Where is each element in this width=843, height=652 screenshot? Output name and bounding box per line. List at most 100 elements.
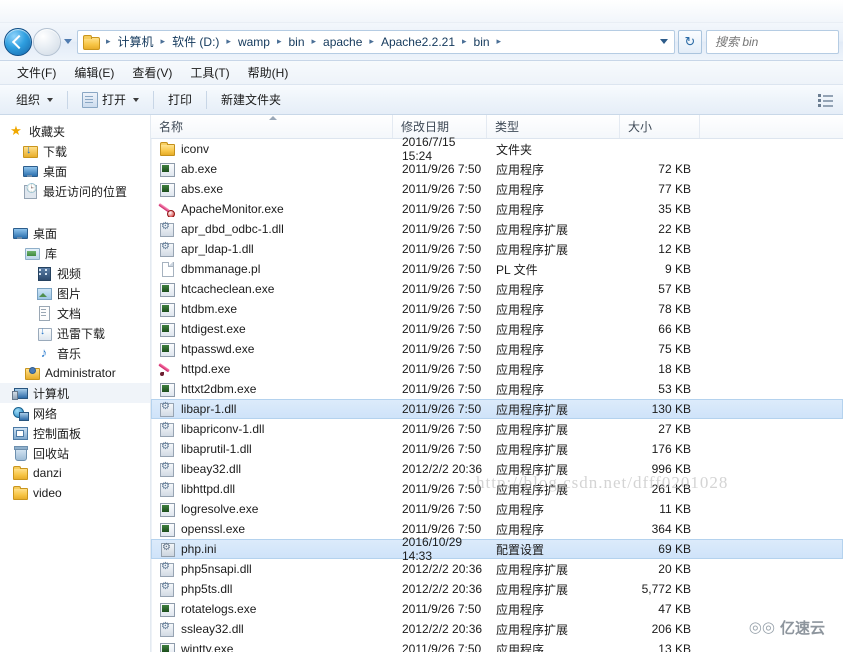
- table-row[interactable]: libhttpd.dll2011/9/26 7:50应用程序扩展261 KB: [151, 479, 843, 499]
- breadcrumb-item-apache[interactable]: apache: [320, 32, 365, 52]
- sidebar-item-administrator[interactable]: Administrator: [0, 363, 150, 383]
- table-row[interactable]: ab.exe2011/9/26 7:50应用程序72 KB: [151, 159, 843, 179]
- search-box[interactable]: [706, 30, 839, 54]
- sidebar-item-danzi[interactable]: danzi: [0, 463, 150, 483]
- table-row[interactable]: htdigest.exe2011/9/26 7:50应用程序66 KB: [151, 319, 843, 339]
- sidebar-item-recycle-bin[interactable]: 回收站: [0, 443, 150, 463]
- table-row[interactable]: dbmmanage.pl2011/9/26 7:50PL 文件9 KB: [151, 259, 843, 279]
- sidebar-item-desktop[interactable]: 桌面: [0, 223, 150, 243]
- file-name-cell[interactable]: libhttpd.dll: [152, 481, 394, 497]
- breadcrumb-item-wamp[interactable]: wamp: [235, 32, 273, 52]
- sidebar-item-documents[interactable]: 文档: [0, 303, 150, 323]
- table-row[interactable]: logresolve.exe2011/9/26 7:50应用程序11 KB: [151, 499, 843, 519]
- sidebar-item-libraries[interactable]: 库: [0, 243, 150, 263]
- sidebar-item-video[interactable]: video: [0, 483, 150, 503]
- file-name-cell[interactable]: openssl.exe: [152, 521, 394, 537]
- table-row[interactable]: php5ts.dll2012/2/2 20:36应用程序扩展5,772 KB: [151, 579, 843, 599]
- breadcrumb-item-computer[interactable]: 计算机: [115, 30, 157, 53]
- file-list-pane[interactable]: 名称 修改日期 类型 大小 iconv2016/7/15 15:24文件夹ab.…: [151, 115, 843, 652]
- sidebar-item-network[interactable]: 网络: [0, 403, 150, 423]
- file-name-cell[interactable]: logresolve.exe: [152, 501, 394, 517]
- file-name-cell[interactable]: libeay32.dll: [152, 461, 394, 477]
- file-name-cell[interactable]: httxt2dbm.exe: [152, 381, 394, 397]
- table-row[interactable]: htdbm.exe2011/9/26 7:50应用程序78 KB: [151, 299, 843, 319]
- sidebar-item-desktop-fav[interactable]: 桌面: [0, 161, 150, 181]
- table-row[interactable]: httxt2dbm.exe2011/9/26 7:50应用程序53 KB: [151, 379, 843, 399]
- table-row[interactable]: rotatelogs.exe2011/9/26 7:50应用程序47 KB: [151, 599, 843, 619]
- file-name-cell[interactable]: libapriconv-1.dll: [152, 421, 394, 437]
- sidebar-item-music[interactable]: ♪ 音乐: [0, 343, 150, 363]
- menu-help[interactable]: 帮助(H): [239, 61, 298, 84]
- table-row[interactable]: libapr-1.dll2011/9/26 7:50应用程序扩展130 KB: [151, 399, 843, 419]
- table-row[interactable]: htpasswd.exe2011/9/26 7:50应用程序75 KB: [151, 339, 843, 359]
- breadcrumb-item-drive-d[interactable]: 软件 (D:): [169, 30, 222, 53]
- table-row[interactable]: libaprutil-1.dll2011/9/26 7:50应用程序扩展176 …: [151, 439, 843, 459]
- file-name-cell[interactable]: php5ts.dll: [152, 581, 394, 597]
- sidebar-item-videos[interactable]: 视频: [0, 263, 150, 283]
- file-name-cell[interactable]: php5nsapi.dll: [152, 561, 394, 577]
- sidebar-item-xunlei-download[interactable]: 迅雷下载: [0, 323, 150, 343]
- table-row[interactable]: ssleay32.dll2012/2/2 20:36应用程序扩展206 KB: [151, 619, 843, 639]
- breadcrumb-bar[interactable]: ▸ 计算机 ▸ 软件 (D:) ▸ wamp ▸ bin ▸ apache ▸ …: [77, 30, 675, 54]
- recent-pages-dropdown-button[interactable]: [61, 29, 75, 55]
- table-row[interactable]: php.ini2016/10/29 14:33配置设置69 KB: [151, 539, 843, 559]
- back-button[interactable]: [4, 28, 32, 56]
- breadcrumb-item-apache2221[interactable]: Apache2.2.21: [378, 32, 458, 52]
- table-row[interactable]: php5nsapi.dll2012/2/2 20:36应用程序扩展20 KB: [151, 559, 843, 579]
- file-name-cell[interactable]: htpasswd.exe: [152, 341, 394, 357]
- sidebar-item-pictures[interactable]: 图片: [0, 283, 150, 303]
- table-row[interactable]: libeay32.dll2012/2/2 20:36应用程序扩展996 KB: [151, 459, 843, 479]
- sidebar-item-control-panel[interactable]: 控制面板: [0, 423, 150, 443]
- menu-file[interactable]: 文件(F): [8, 61, 65, 84]
- sidebar-item-downloads[interactable]: 下载: [0, 141, 150, 161]
- column-header-size[interactable]: 大小: [620, 115, 700, 138]
- navigation-pane[interactable]: ★ 收藏夹 下载 桌面 最近访问的位置 桌面 库 视频: [0, 115, 151, 652]
- file-name-cell[interactable]: httpd.exe: [152, 361, 394, 377]
- file-name-cell[interactable]: ssleay32.dll: [152, 621, 394, 637]
- organize-button[interactable]: 组织: [8, 87, 61, 112]
- menu-edit[interactable]: 编辑(E): [65, 61, 123, 84]
- file-name-cell[interactable]: libapr-1.dll: [152, 401, 394, 417]
- column-header-type[interactable]: 类型: [487, 115, 620, 138]
- file-name-cell[interactable]: htdigest.exe: [152, 321, 394, 337]
- file-name-cell[interactable]: iconv: [152, 141, 394, 157]
- sidebar-item-computer[interactable]: 计算机: [0, 383, 150, 403]
- table-row[interactable]: httpd.exe2011/9/26 7:50应用程序18 KB: [151, 359, 843, 379]
- column-header-name[interactable]: 名称: [151, 115, 393, 138]
- table-row[interactable]: apr_ldap-1.dll2011/9/26 7:50应用程序扩展12 KB: [151, 239, 843, 259]
- forward-button[interactable]: [33, 28, 61, 56]
- search-input[interactable]: [713, 34, 832, 50]
- table-row[interactable]: wintty.exe2011/9/26 7:50应用程序13 KB: [151, 639, 843, 652]
- file-name-cell[interactable]: ab.exe: [152, 161, 394, 177]
- menu-tools[interactable]: 工具(T): [181, 61, 238, 84]
- file-name-cell[interactable]: apr_ldap-1.dll: [152, 241, 394, 257]
- breadcrumb-item-bin[interactable]: bin: [285, 32, 307, 52]
- breadcrumb-item-bin-current[interactable]: bin: [471, 32, 493, 52]
- table-row[interactable]: apr_dbd_odbc-1.dll2011/9/26 7:50应用程序扩展22…: [151, 219, 843, 239]
- file-name-cell[interactable]: php.ini: [152, 541, 394, 557]
- file-name-cell[interactable]: libaprutil-1.dll: [152, 441, 394, 457]
- table-row[interactable]: abs.exe2011/9/26 7:50应用程序77 KB: [151, 179, 843, 199]
- refresh-button[interactable]: ↻: [678, 30, 702, 54]
- file-name-cell[interactable]: ApacheMonitor.exe: [152, 201, 394, 217]
- change-view-button[interactable]: [813, 89, 837, 111]
- menu-view[interactable]: 查看(V): [123, 61, 181, 84]
- table-row[interactable]: libapriconv-1.dll2011/9/26 7:50应用程序扩展27 …: [151, 419, 843, 439]
- address-history-dropdown-button[interactable]: [656, 39, 672, 44]
- table-row[interactable]: iconv2016/7/15 15:24文件夹: [151, 139, 843, 159]
- table-row[interactable]: ApacheMonitor.exe2011/9/26 7:50应用程序35 KB: [151, 199, 843, 219]
- new-folder-button[interactable]: 新建文件夹: [213, 87, 289, 112]
- sidebar-item-favorites[interactable]: ★ 收藏夹: [0, 121, 150, 141]
- open-button[interactable]: 打开: [74, 87, 147, 112]
- print-button[interactable]: 打印: [160, 87, 200, 112]
- file-name-cell[interactable]: htdbm.exe: [152, 301, 394, 317]
- file-name-cell[interactable]: rotatelogs.exe: [152, 601, 394, 617]
- sidebar-item-recent-places[interactable]: 最近访问的位置: [0, 181, 150, 201]
- file-name-cell[interactable]: wintty.exe: [152, 641, 394, 652]
- table-row[interactable]: openssl.exe2011/9/26 7:50应用程序364 KB: [151, 519, 843, 539]
- file-name-cell[interactable]: dbmmanage.pl: [152, 261, 394, 277]
- file-name-cell[interactable]: htcacheclean.exe: [152, 281, 394, 297]
- file-name-cell[interactable]: abs.exe: [152, 181, 394, 197]
- file-name-cell[interactable]: apr_dbd_odbc-1.dll: [152, 221, 394, 237]
- table-row[interactable]: htcacheclean.exe2011/9/26 7:50应用程序57 KB: [151, 279, 843, 299]
